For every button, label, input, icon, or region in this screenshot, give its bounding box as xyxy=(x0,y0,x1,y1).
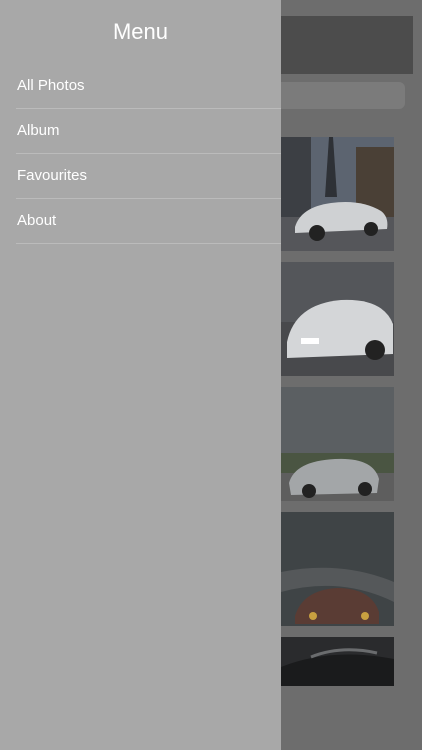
car-front-photo xyxy=(281,262,394,376)
roadster-photo xyxy=(281,387,394,501)
photo-thumbnail[interactable] xyxy=(281,512,394,626)
menu-item-about[interactable]: About xyxy=(16,199,281,244)
car-city-photo xyxy=(281,137,394,251)
car-detail-photo xyxy=(281,637,394,686)
menu-title: Menu xyxy=(112,19,169,44)
race-car-photo xyxy=(281,512,394,626)
menu-list: All Photos Album Favourites About xyxy=(16,64,281,244)
menu-item-favourites[interactable]: Favourites xyxy=(16,154,281,199)
menu-item-all-photos[interactable]: All Photos xyxy=(16,64,281,109)
side-menu-drawer: Menu All Photos Album Favourites About xyxy=(0,0,281,750)
photo-thumbnail[interactable] xyxy=(281,637,394,686)
photo-thumbnail[interactable] xyxy=(281,262,394,376)
photo-thumbnail[interactable] xyxy=(281,387,394,501)
menu-item-album[interactable]: Album xyxy=(16,109,281,154)
photo-thumbnail[interactable] xyxy=(281,137,394,251)
